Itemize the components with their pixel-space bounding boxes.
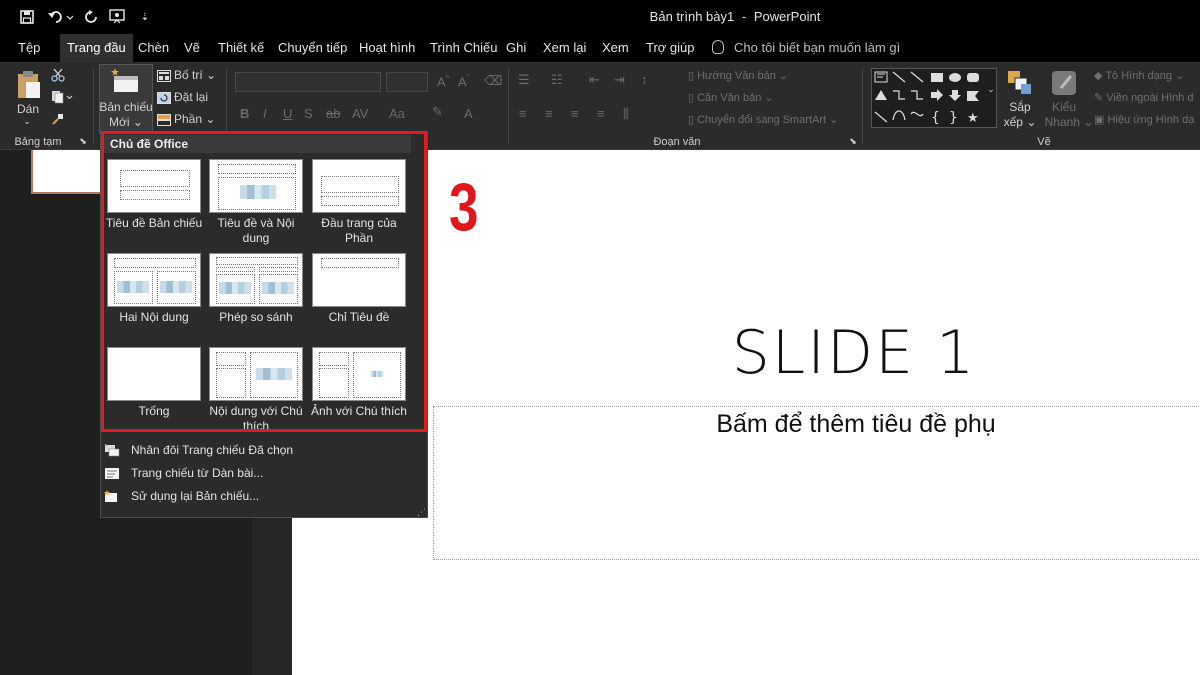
outline-icon — [105, 468, 119, 479]
dialog-launcher-icon[interactable]: ⬊ — [78, 136, 88, 147]
title-bar: ⇣ Bản trình bày1 - PowerPoint — [0, 0, 1200, 34]
strikethrough-icon[interactable]: ab — [326, 106, 340, 121]
quick-styles-label-2[interactable]: Nhanh ⌄ — [1044, 115, 1094, 129]
svg-text:{: { — [931, 110, 940, 126]
increase-indent-icon[interactable]: ⇥ — [614, 72, 625, 88]
align-left-icon[interactable]: ≡ — [519, 106, 527, 121]
format-painter-icon[interactable] — [51, 112, 65, 131]
tab-file[interactable]: Tệp — [11, 34, 47, 62]
highlight-box — [101, 131, 427, 432]
cut-icon[interactable] — [51, 68, 65, 87]
reset-button[interactable]: Đặt lại — [174, 90, 208, 104]
tab-record[interactable]: Ghi — [499, 34, 533, 62]
slide-title[interactable]: SLIDE 1 — [292, 318, 1200, 388]
tell-me-search[interactable]: Cho tôi biết bạn muốn làm gì — [712, 34, 900, 62]
new-slide-label[interactable]: Bản chiếu — [99, 100, 153, 114]
paragraph-group-label: Đoạn văn — [653, 136, 701, 148]
copy-icon[interactable] — [51, 90, 73, 109]
increase-font-icon[interactable]: A^ — [437, 74, 449, 89]
align-center-icon[interactable]: ≡ — [545, 106, 553, 121]
shape-outline-button[interactable]: ✎ Viền ngoài Hình d — [1094, 91, 1194, 104]
justify-icon[interactable]: ≡ — [597, 106, 605, 121]
section-button[interactable]: Phần ⌄ — [174, 112, 215, 126]
decrease-indent-icon[interactable]: ⇤ — [589, 72, 600, 88]
tab-view[interactable]: Xem — [595, 34, 636, 62]
drawing-group-label: Vẽ — [1037, 136, 1051, 148]
section-icon[interactable] — [157, 113, 171, 131]
paste-icon[interactable] — [16, 70, 42, 105]
paste-button[interactable]: Dán — [10, 102, 46, 116]
clipboard-group-label: Bảng tạm — [14, 136, 62, 148]
bullets-icon[interactable]: ☰ — [518, 72, 530, 88]
char-spacing-icon[interactable]: AV — [352, 106, 368, 121]
shapes-gallery-icons: { } ★ — [874, 71, 979, 126]
lightbulb-icon — [712, 40, 724, 54]
tab-animations[interactable]: Hoạt hình — [352, 34, 422, 62]
new-slide-label-2[interactable]: Mới ⌄ — [99, 115, 153, 129]
font-color-icon[interactable]: A — [464, 106, 473, 121]
highlight-icon[interactable]: ✎ — [432, 104, 443, 120]
italic-icon[interactable]: I — [263, 106, 267, 121]
powerpoint-window: ⇣ Bản trình bày1 - PowerPoint Tệp Trang … — [0, 0, 1200, 675]
group-separator — [862, 68, 863, 144]
font-size-box[interactable] — [386, 72, 428, 92]
arrange-label-2[interactable]: xếp ⌄ — [1000, 115, 1040, 129]
layout-button[interactable]: Bố trí ⌄ — [174, 68, 216, 82]
shape-fill-button[interactable]: ◆ Tô Hình dạng ⌄ — [1094, 69, 1184, 82]
quick-styles-icon[interactable] — [1051, 70, 1079, 101]
arrange-label[interactable]: Sắp — [1000, 100, 1040, 114]
new-slide-icon — [110, 68, 140, 99]
text-direction-button[interactable]: ▯ Hướng Văn bản ⌄ — [688, 69, 788, 82]
font-name-box[interactable] — [235, 72, 381, 92]
group-separator — [93, 68, 94, 144]
numbering-icon[interactable]: ☷ — [551, 72, 563, 88]
line-spacing-icon[interactable]: ↕ — [641, 72, 648, 87]
tab-design[interactable]: Thiết kế — [211, 34, 271, 62]
underline-icon[interactable]: U — [283, 106, 292, 121]
subtitle-text[interactable]: Bấm để thêm tiêu đề phụ — [433, 410, 1200, 439]
tab-help[interactable]: Trợ giúp — [639, 34, 702, 62]
convert-smartart-button[interactable]: ▯ Chuyển đổi sang SmartArt ⌄ — [688, 113, 838, 126]
ribbon-tabs: Tệp Trang đầu Chèn Vẽ Thiết kế Chuyển ti… — [0, 34, 1200, 62]
reuse-slides-icon — [104, 490, 117, 502]
tab-review[interactable]: Xem lại — [536, 34, 593, 62]
align-text-button[interactable]: ▯ Căn Văn bản ⌄ — [688, 91, 774, 104]
step-number-annotation: 3 — [449, 169, 479, 245]
svg-text:}: } — [949, 110, 958, 126]
tab-slideshow[interactable]: Trình Chiếu — [423, 34, 504, 62]
align-right-icon[interactable]: ≡ — [571, 106, 579, 121]
paste-dropdown-icon[interactable]: ⌄ — [21, 116, 33, 127]
tab-insert[interactable]: Chèn — [131, 34, 176, 62]
decrease-font-icon[interactable]: Aˇ — [458, 74, 469, 89]
reset-icon[interactable] — [157, 91, 171, 109]
gallery-scroll-icon[interactable]: ⌄ — [986, 84, 996, 95]
arrange-icon[interactable] — [1007, 70, 1033, 101]
change-case-icon[interactable]: Aa — [389, 106, 405, 121]
shape-effects-button[interactable]: ▣ Hiệu ứng Hình dạ — [1094, 113, 1194, 126]
quick-styles-label[interactable]: Kiểu — [1044, 100, 1084, 114]
slide-thumbnail[interactable] — [31, 150, 103, 194]
tab-draw[interactable]: Vẽ — [177, 34, 207, 62]
svg-text:★: ★ — [967, 111, 979, 126]
layout-icon[interactable] — [157, 69, 171, 87]
document-title: Bản trình bày1 - PowerPoint — [649, 9, 821, 24]
columns-icon[interactable]: ⫼ — [623, 106, 629, 122]
clear-formatting-icon[interactable]: ⌫ — [484, 73, 502, 89]
tab-home[interactable]: Trang đầu — [60, 34, 133, 62]
bold-icon[interactable]: B — [240, 106, 249, 121]
dialog-launcher-icon[interactable]: ⬊ — [848, 136, 858, 147]
shadow-icon[interactable]: S — [304, 106, 313, 121]
resize-grip-icon[interactable]: ⋰ — [417, 507, 426, 518]
duplicate-slide-icon — [104, 444, 120, 457]
group-separator — [508, 68, 509, 144]
tab-transitions[interactable]: Chuyển tiếp — [271, 34, 354, 62]
